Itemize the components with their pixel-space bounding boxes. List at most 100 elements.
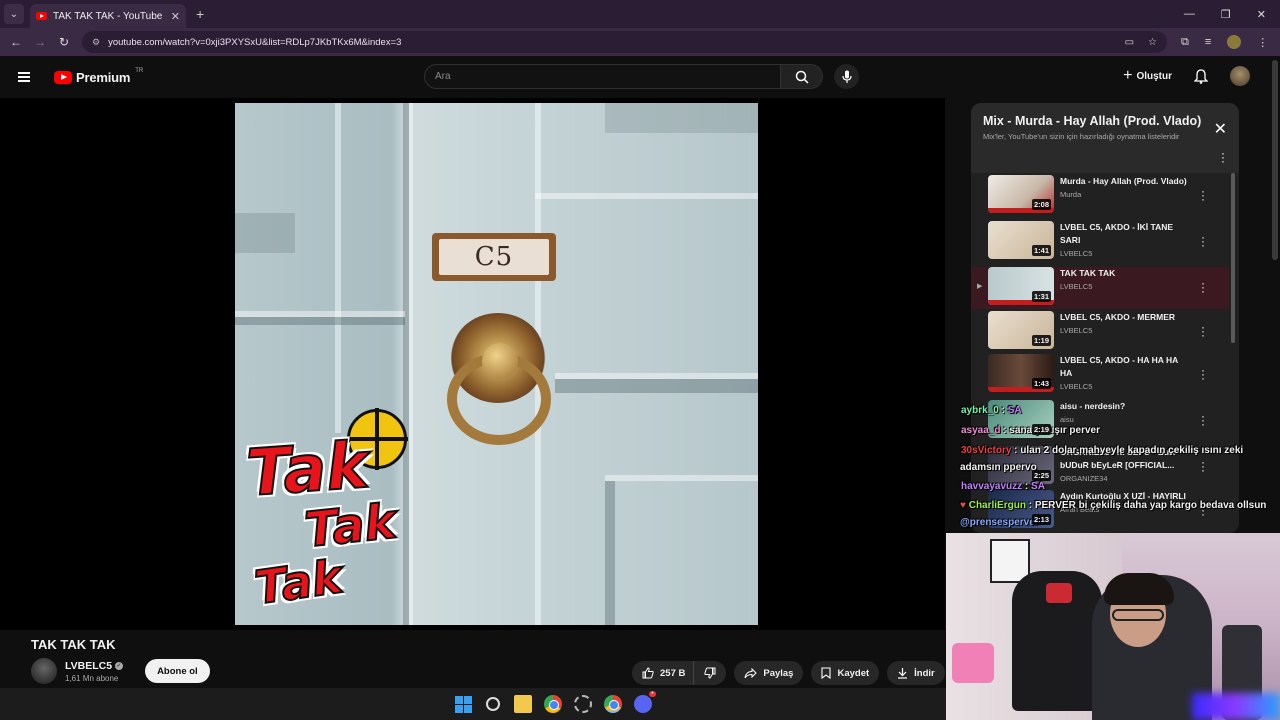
subscriber-count: 1,61 Mn abone	[65, 673, 119, 683]
extensions-puzzle-icon[interactable]: ⧉	[1181, 36, 1189, 49]
windows-start-icon[interactable]	[454, 695, 472, 713]
playlist-item[interactable]: 1:41 LVBEL C5, AKDO - İKİ TANE SARI LVBE…	[971, 221, 1229, 265]
duration-badge: 1:19	[1031, 335, 1051, 346]
like-button[interactable]: 257 B	[632, 661, 694, 685]
chat-message: adamsın ppervo	[960, 462, 1037, 473]
thumbs-up-icon	[642, 667, 654, 679]
webcam-hair	[1104, 573, 1174, 605]
chrome-icon[interactable]	[543, 695, 562, 713]
hamburger-menu-icon[interactable]	[18, 72, 30, 82]
chat-username: CharliErgun	[968, 500, 1026, 511]
chat-text: SA	[1007, 405, 1022, 416]
thumbs-down-icon	[704, 667, 716, 679]
site-info-icon[interactable]: ⚙	[92, 37, 100, 48]
playlist-header: Mix - Murda - Hay Allah (Prod. Vlado) Mi…	[971, 103, 1239, 173]
playlist-item-title: LVBEL C5, AKDO - MERMER	[1060, 312, 1176, 322]
playlist-item-title: LVBEL C5, AKDO - HA HA HA HA	[1060, 355, 1178, 378]
sticker-word-2: Tak	[301, 492, 400, 559]
channel-row: LVBELC5 ✓ 1,61 Mn abone Abone ol	[31, 658, 210, 684]
restore-icon[interactable]: ❐	[1221, 8, 1231, 21]
notifications-bell-icon[interactable]	[1194, 68, 1208, 84]
webcam-led-light	[1192, 693, 1280, 720]
playlist-scrollbar[interactable]	[1231, 173, 1235, 343]
browser-tab[interactable]: TAK TAK TAK - YouTube ✕	[30, 4, 186, 28]
profile-avatar-icon[interactable]	[1227, 35, 1242, 49]
account-avatar[interactable]	[1230, 66, 1250, 86]
new-tab-plus-icon[interactable]: +	[196, 6, 204, 22]
reload-icon[interactable]: ↻	[52, 35, 76, 49]
address-bar[interactable]: ⚙ youtube.com/watch?v=0xji3PXYSxU&list=R…	[82, 31, 1167, 53]
playlist-item-current[interactable]: ▶ 1:31 TAK TAK TAK LVBELC5 · · ·	[971, 267, 1229, 309]
webcam-glasses	[1112, 609, 1164, 621]
notification-badge: •	[649, 691, 656, 697]
create-button[interactable]: + Oluştur	[1123, 67, 1172, 85]
streamer-webcam	[946, 533, 1280, 720]
dislike-button[interactable]	[693, 661, 727, 685]
chrome-active-icon[interactable]	[603, 695, 622, 713]
item-menu-icon[interactable]: · · ·	[1201, 321, 1205, 341]
app-dashed-circle-icon[interactable]	[573, 695, 592, 713]
taskbar-search[interactable]	[484, 695, 502, 713]
save-label: Kaydet	[837, 667, 870, 679]
bookmark-star-icon[interactable]: ☆	[1148, 37, 1157, 48]
item-menu-icon[interactable]: · · ·	[1201, 410, 1205, 430]
duration-badge: 2:08	[1031, 199, 1051, 210]
page-scrollbar[interactable]	[1272, 60, 1278, 260]
duration-badge: 2:13	[1031, 514, 1051, 525]
search-input[interactable]	[424, 64, 781, 89]
playlist-item-channel: LVBELC5	[1060, 249, 1093, 258]
browser-menu-icon[interactable]: ⋮	[1257, 36, 1268, 49]
cast-icon[interactable]: ▭	[1125, 37, 1134, 48]
playlist-item-channel: ORGANIZE34	[1060, 474, 1108, 483]
playlist-close-icon[interactable]: ✕	[1214, 119, 1227, 139]
chair-logo-icon	[1046, 583, 1072, 603]
item-menu-icon[interactable]: · · ·	[1201, 364, 1205, 384]
share-arrow-icon	[744, 667, 758, 678]
channel-avatar[interactable]	[31, 658, 57, 684]
forward-arrow-icon[interactable]: →	[28, 35, 52, 49]
voice-search-button[interactable]	[834, 64, 859, 89]
door-number-plate: C5	[432, 233, 556, 281]
tab-title: TAK TAK TAK - YouTube	[53, 10, 163, 22]
playlist-thumbnail: 2:08	[988, 175, 1054, 213]
item-menu-icon[interactable]: · · ·	[1201, 231, 1205, 251]
save-button[interactable]: Kaydet	[811, 661, 880, 685]
chat-text: PERVER bi çekiliş daha yap kargo bedava …	[1034, 500, 1267, 511]
video-title: TAK TAK TAK	[31, 637, 116, 652]
search-button[interactable]	[781, 64, 823, 89]
back-arrow-icon[interactable]: ←	[4, 35, 28, 49]
subscribe-button[interactable]: Abone ol	[145, 659, 210, 683]
share-button[interactable]: Paylaş	[734, 661, 804, 685]
playlist-item[interactable]: 1:19 LVBEL C5, AKDO - MERMER LVBELC5 · · ·	[971, 311, 1229, 353]
playlist-item-channel: LVBELC5	[1060, 382, 1093, 391]
chat-separator: :	[998, 405, 1008, 416]
item-menu-icon[interactable]: · · ·	[1201, 277, 1205, 297]
channel-name[interactable]: LVBELC5	[65, 660, 112, 672]
video-player[interactable]: C5 Tak Tak Tak	[0, 98, 945, 630]
like-count: 257 B	[660, 667, 686, 679]
chat-message: aybrk_0 : SA	[961, 405, 1022, 416]
playlist-menu-icon[interactable]: · · ·	[1221, 147, 1225, 167]
playlist-item-channel: LVBELC5	[1060, 326, 1093, 335]
youtube-premium-logo[interactable]: Premium TR	[54, 68, 143, 85]
media-queue-icon[interactable]: ≡	[1205, 36, 1211, 48]
playlist-thumbnail: 1:41	[988, 221, 1054, 259]
chat-username: 30sVictory	[961, 445, 1012, 456]
sticker-word-3: Tak	[251, 548, 347, 616]
minimize-icon[interactable]: —	[1184, 8, 1195, 21]
file-explorer-icon[interactable]	[513, 695, 532, 713]
tab-search-chevron-icon[interactable]: ⌄	[4, 4, 24, 24]
playlist-item[interactable]: 2:08 Murda - Hay Allah (Prod. Vlado) Mur…	[971, 175, 1229, 219]
bookmark-icon	[821, 667, 832, 679]
item-menu-icon[interactable]: · · ·	[1201, 456, 1205, 476]
duration-badge: 1:31	[1031, 291, 1051, 302]
playlist-item[interactable]: 1:43 LVBEL C5, AKDO - HA HA HA HA LVBELC…	[971, 354, 1229, 398]
discord-icon[interactable]: •	[633, 691, 656, 713]
playlist-thumbnail: 1:43	[988, 354, 1054, 392]
tab-close-icon[interactable]: ✕	[171, 10, 180, 23]
playlist-item-title: TAK TAK TAK	[1060, 268, 1116, 278]
item-menu-icon[interactable]: · · ·	[1201, 185, 1205, 205]
window-close-icon[interactable]: ✕	[1257, 8, 1266, 21]
download-button[interactable]: İndir	[887, 661, 945, 685]
playlist-item-channel: aisu	[1060, 415, 1074, 424]
